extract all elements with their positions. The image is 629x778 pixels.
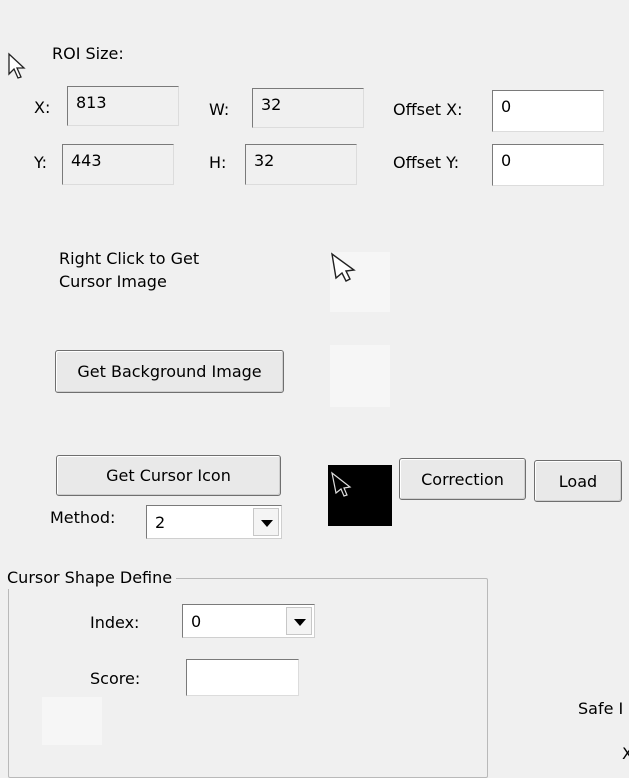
method-select[interactable]: 2: [146, 505, 282, 539]
roi-size-label: ROI Size:: [52, 44, 124, 63]
correction-button[interactable]: Correction: [399, 458, 526, 500]
safe-partial-label: X: [622, 744, 629, 763]
cursor-shape-define-title: Cursor Shape Define: [7, 567, 177, 589]
get-background-image-button[interactable]: Get Background Image: [55, 350, 284, 393]
shape-preview: [42, 697, 102, 745]
cursor-icon-preview: [328, 465, 392, 526]
safe-label: Safe I: [578, 699, 624, 718]
offset-x-field[interactable]: 0: [492, 90, 604, 132]
y-field[interactable]: 443: [62, 144, 174, 185]
chevron-down-icon[interactable]: [286, 607, 312, 635]
index-label: Index:: [90, 613, 140, 632]
get-cursor-icon-button[interactable]: Get Cursor Icon: [56, 455, 281, 496]
h-label: H:: [209, 153, 227, 172]
h-field[interactable]: 32: [245, 144, 357, 185]
cursor-image-preview[interactable]: [330, 252, 390, 312]
score-label: Score:: [90, 669, 141, 688]
offset-y-label: Offset Y:: [393, 153, 460, 172]
chevron-down-icon[interactable]: [253, 508, 279, 536]
load-button[interactable]: Load: [534, 460, 622, 502]
method-label: Method:: [50, 508, 116, 527]
w-label: W:: [209, 100, 230, 119]
mouse-pointer-icon: [8, 52, 26, 79]
y-label: Y:: [34, 153, 48, 172]
method-value: 2: [155, 513, 166, 532]
cursor-image-instruction-line1: Right Click to Get: [59, 249, 200, 268]
score-field[interactable]: [186, 659, 299, 696]
index-value: 0: [191, 612, 202, 631]
w-field[interactable]: 32: [252, 88, 364, 128]
index-select[interactable]: 0: [182, 604, 315, 638]
background-image-preview: [330, 345, 390, 407]
offset-x-label: Offset X:: [393, 100, 463, 119]
cursor-preview-icon: [331, 471, 352, 497]
cursor-image-instruction-line2: Cursor Image: [59, 272, 167, 291]
cursor-arrow-icon: [331, 252, 356, 282]
offset-y-field[interactable]: 0: [492, 144, 604, 186]
x-field[interactable]: 813: [67, 86, 179, 126]
x-label: X:: [34, 98, 51, 117]
